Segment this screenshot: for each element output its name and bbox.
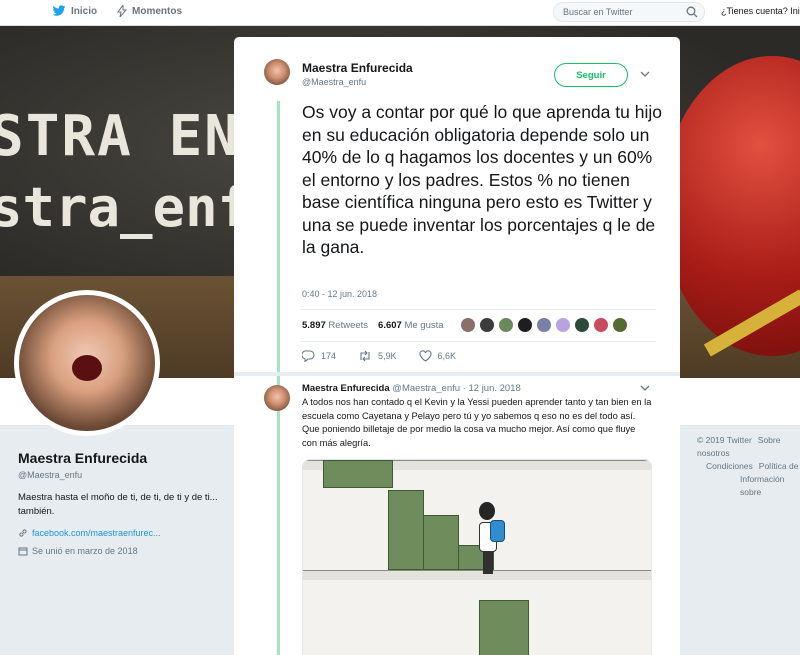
retweets-stat[interactable]: 5.897 Retweets	[302, 320, 368, 331]
tweet-actions: 174 5,9K 6,6K	[302, 350, 456, 362]
thread-line	[277, 101, 280, 655]
money-stair	[423, 515, 459, 570]
footer-terms-link[interactable]: Condiciones	[706, 461, 753, 471]
liker-avatar[interactable]	[460, 317, 476, 333]
thread-separator	[234, 372, 680, 376]
tweet-image[interactable]	[302, 459, 652, 655]
footer-links: © 2019 Twitter Sobre nosotros Condiciones…	[697, 434, 800, 499]
search-input[interactable]: Buscar en Twitter	[553, 2, 705, 22]
chevron-down-icon[interactable]	[640, 69, 650, 80]
tweet-timestamp[interactable]: 0:40 - 12 jun. 2018	[302, 289, 377, 299]
retweet-button[interactable]: 5,9K	[358, 350, 397, 362]
nav-moments-label: Momentos	[132, 5, 182, 17]
lightning-icon	[117, 5, 127, 17]
reply-icon	[302, 350, 315, 362]
profile-website[interactable]: facebook.com/maestraenfurec...	[18, 528, 161, 538]
reply-date[interactable]: 12 jun. 2018	[468, 383, 520, 394]
reply-text: A todos nos han contado q el Kevin y la …	[302, 397, 652, 448]
footer-policy-link[interactable]: Política de	[759, 461, 799, 471]
divider	[300, 341, 656, 342]
login-link[interactable]: ¿Tienes cuenta? Inicia	[721, 6, 800, 16]
footer-copyright: © 2019 Twitter	[697, 435, 752, 445]
search-placeholder: Buscar en Twitter	[563, 7, 633, 17]
reply-count: 174	[321, 351, 337, 361]
profile-name[interactable]: Maestra Enfurecida	[18, 450, 147, 466]
reply-header: Maestra Enfurecida @Maestra_enfu · 12 ju…	[302, 383, 521, 394]
tweet-modal: Maestra Enfurecida @Maestra_enfu Seguir …	[234, 37, 680, 655]
link-icon	[19, 529, 27, 537]
tweet-text: Os voy a contar por qué lo que aprenda t…	[302, 102, 662, 257]
tweet-avatar[interactable]	[264, 59, 290, 85]
reply-author-name[interactable]: Maestra Enfurecida	[302, 383, 390, 394]
retweet-count: 5,9K	[378, 351, 397, 361]
likers-avatars	[460, 317, 628, 333]
likes-count: 6.607	[378, 320, 402, 331]
avatar-mouth	[72, 355, 102, 381]
liker-avatar[interactable]	[574, 317, 590, 333]
calendar-icon	[18, 547, 28, 556]
reply-avatar[interactable]	[264, 385, 290, 411]
retweet-icon	[360, 350, 370, 362]
child-figure-legs	[483, 552, 493, 574]
like-count: 6,6K	[437, 351, 457, 361]
follow-button[interactable]: Seguir	[554, 63, 628, 87]
tweet-author-name[interactable]: Maestra Enfurecida	[302, 61, 413, 75]
retweets-label: Retweets	[328, 320, 369, 331]
chevron-down-icon[interactable]	[640, 383, 650, 394]
tweet-stats: 5.897 Retweets 6.607 Me gusta	[302, 320, 444, 331]
like-button[interactable]: 6,6K	[418, 350, 457, 362]
nav-moments[interactable]: Momentos	[117, 5, 182, 17]
likes-label: Me gusta	[404, 320, 444, 331]
reply-button[interactable]: 174	[302, 350, 336, 362]
profile-website-label[interactable]: facebook.com/maestraenfurec...	[32, 528, 161, 538]
money-stair	[479, 600, 529, 655]
liker-avatar[interactable]	[536, 317, 552, 333]
money-stair	[323, 460, 393, 488]
money-stair	[388, 490, 424, 570]
top-nav: Inicio Momentos Buscar en Twitter ¿Tiene…	[0, 0, 800, 26]
nav-home[interactable]: Inicio	[52, 5, 97, 17]
profile-avatar[interactable]	[14, 290, 160, 436]
liker-avatar[interactable]	[479, 317, 495, 333]
divider	[300, 309, 656, 310]
child-figure-head	[479, 502, 495, 520]
reply-author-handle[interactable]: @Maestra_enfu	[392, 383, 460, 394]
liker-avatar[interactable]	[517, 317, 533, 333]
backpack-icon	[490, 520, 505, 542]
liker-avatar[interactable]	[612, 317, 628, 333]
profile-bio: Maestra hasta el moño de ti, de ti, de t…	[18, 492, 218, 517]
profile-joined: Se unió en marzo de 2018	[18, 546, 138, 556]
nav-home-label: Inicio	[71, 5, 98, 17]
heart-icon	[418, 350, 432, 362]
tweet-author-handle[interactable]: @Maestra_enfu	[302, 77, 366, 87]
footer-info-link[interactable]: Información sobre	[740, 474, 784, 497]
liker-avatar[interactable]	[555, 317, 571, 333]
banner-text-line1: STRA EN	[0, 104, 241, 169]
likes-stat[interactable]: 6.607 Me gusta	[378, 320, 444, 331]
image-ledge	[303, 570, 651, 580]
liker-avatar[interactable]	[593, 317, 609, 333]
search-icon[interactable]	[686, 6, 698, 18]
profile-joined-label: Se unió en marzo de 2018	[32, 546, 138, 556]
profile-handle: @Maestra_enfu	[18, 470, 83, 480]
liker-avatar[interactable]	[498, 317, 514, 333]
retweets-count: 5.897	[302, 320, 326, 331]
twitter-bird-icon	[52, 5, 66, 16]
